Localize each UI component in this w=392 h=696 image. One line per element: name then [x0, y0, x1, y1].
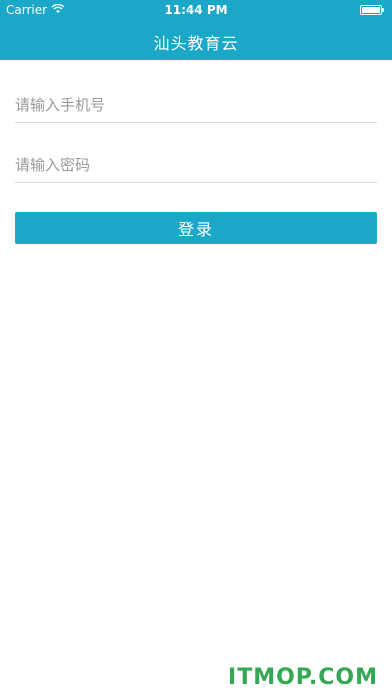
battery-fill — [362, 7, 380, 13]
login-button[interactable]: 登录 — [15, 212, 377, 244]
status-bar: Carrier 11:44 PM — [0, 0, 392, 20]
header: Carrier 11:44 PM 汕头教育云 — [0, 0, 392, 60]
phone-input[interactable] — [15, 88, 377, 123]
login-screen: Carrier 11:44 PM 汕头教育云 登录 ITMOP.COM — [0, 0, 392, 696]
watermark-logo: ITMOP.COM — [228, 665, 378, 690]
password-input[interactable] — [15, 148, 377, 183]
page-title: 汕头教育云 — [153, 34, 239, 53]
battery-icon — [360, 5, 384, 15]
status-time: 11:44 PM — [164, 3, 228, 17]
